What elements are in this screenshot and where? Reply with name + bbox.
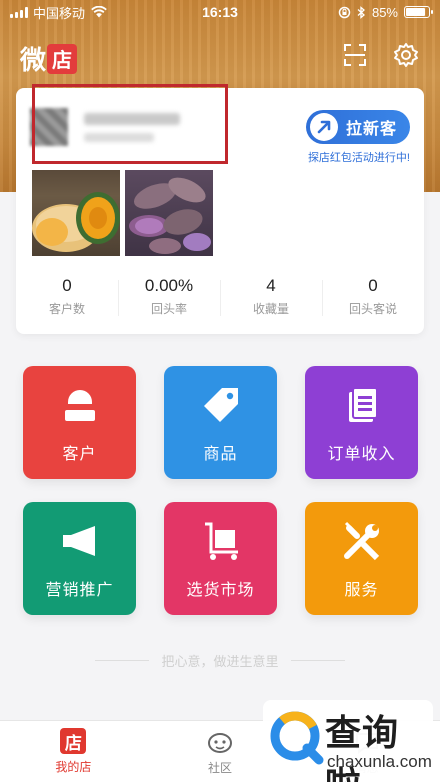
order-icon: [348, 386, 378, 422]
gear-icon[interactable]: [393, 42, 419, 68]
stat-label: 客户数: [48, 302, 85, 316]
tile-label: 服务: [344, 581, 379, 599]
status-bar: 中国移动 16:13 85%: [0, 0, 440, 24]
wifi-icon: [91, 6, 107, 18]
app-header: 微 店: [0, 36, 440, 76]
megaphone-icon: [62, 525, 95, 556]
tile-orders[interactable]: 订单收入: [305, 366, 418, 479]
tools-icon: [343, 521, 379, 560]
stat-favorites[interactable]: 4 收藏量: [220, 274, 322, 324]
tile-sourcing-market[interactable]: 选货市场: [164, 502, 277, 615]
invite-label: 拉新客: [346, 121, 398, 138]
tile-products[interactable]: 商品: [164, 366, 277, 479]
battery-percent: 85%: [371, 4, 398, 20]
stat-return-reviews[interactable]: 0 回头客说: [322, 274, 424, 324]
logo-text: 微: [20, 46, 47, 76]
stat-customers[interactable]: 0 客户数: [16, 274, 118, 324]
tile-services[interactable]: 服务: [305, 502, 418, 615]
tile-label: 客户: [62, 445, 97, 463]
stat-label: 回头客说: [348, 302, 397, 316]
tile-customers[interactable]: 客户: [23, 366, 136, 479]
cart-icon: [204, 522, 238, 560]
scan-icon[interactable]: [342, 42, 368, 68]
logo-badge: 店: [47, 43, 78, 74]
invite-promo-text[interactable]: 探店红包活动进行中!: [308, 149, 410, 165]
stat-label: 回头率: [150, 302, 187, 316]
stat-label: 收藏量: [252, 302, 289, 316]
stat-value: 4: [266, 276, 276, 295]
divider: [95, 660, 150, 661]
tile-label: 选货市场: [186, 581, 255, 599]
tab-my-store[interactable]: 店 我的店: [0, 721, 147, 782]
product-image-sweet-potato[interactable]: [125, 170, 213, 256]
stat-return-rate[interactable]: 0.00% 回头率: [118, 274, 220, 324]
tile-label: 订单收入: [327, 445, 396, 463]
stat-value: 0: [62, 276, 72, 295]
shop-stats: 0 客户数 0.00% 回头率 4 收藏量 0 回头客说: [16, 274, 424, 324]
tile-marketing[interactable]: 营销推广: [23, 502, 136, 615]
divider: [290, 660, 345, 661]
shop-card: 拉新客 探店红包活动进行中! 0 客户数 0.00% 回头率 4 收藏量 0 回…: [16, 84, 424, 334]
highlight-box: [32, 84, 228, 164]
tab-label: 我的店: [55, 760, 92, 774]
signal-icon: [10, 6, 28, 18]
tile-label: 营销推广: [45, 581, 114, 599]
tile-label: 商品: [203, 445, 238, 463]
arrow-up-right-icon: [310, 113, 338, 141]
invite-button[interactable]: 拉新客: [306, 110, 410, 144]
product-image-pumpkin[interactable]: [32, 170, 120, 256]
slogan: 把心意，做进生意里: [0, 651, 440, 670]
watermark: 查询啦 chaxunla.com: [263, 700, 433, 782]
watermark-url: chaxunla.com: [327, 752, 432, 771]
tab-label: 社区: [208, 761, 233, 775]
customer-icon: [64, 389, 95, 421]
carrier-name: 中国移动: [33, 5, 86, 21]
tag-icon: [203, 387, 238, 422]
app-logo: 微 店: [20, 40, 78, 77]
watermark-logo: [270, 711, 324, 765]
stat-value: 0: [368, 276, 378, 295]
bluetooth-icon: [357, 5, 365, 19]
store-icon: 店: [60, 728, 87, 754]
battery-icon: [404, 6, 433, 18]
slogan-text: 把心意，做进生意里: [161, 654, 279, 669]
stat-value: 0.00%: [144, 276, 194, 295]
community-icon: [208, 733, 232, 753]
lock-rotation-icon: [338, 6, 351, 18]
